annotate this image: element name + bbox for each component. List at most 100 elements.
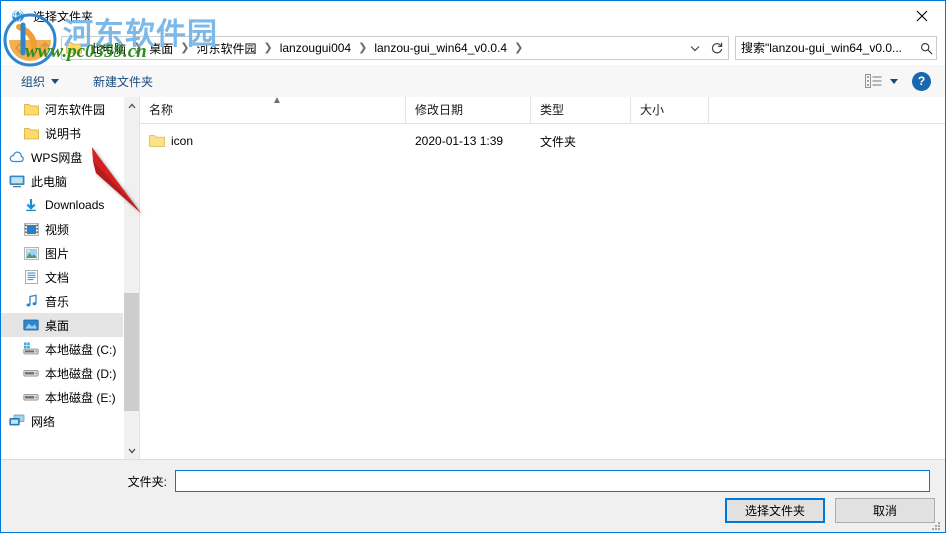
navigation-sidebar[interactable]: 河东软件园 说明书 WPS网盘 此电脑 Downloads 视频 图片 文档 音… [1, 97, 139, 459]
close-button[interactable] [899, 1, 945, 30]
column-header-row: 名称 ▲ 修改日期 类型 大小 [140, 97, 945, 124]
video-icon [23, 221, 39, 237]
sidebar-item-hedong[interactable]: 河东软件园 [1, 97, 139, 121]
sidebar-item-label: 网络 [31, 414, 56, 429]
chevron-down-icon [890, 78, 898, 84]
cancel-button[interactable]: 取消 [835, 498, 935, 523]
sidebar-item-label: Downloads [45, 198, 105, 212]
folder-icon [149, 134, 165, 148]
help-button[interactable]: ? [912, 71, 931, 91]
select-folder-button[interactable]: 选择文件夹 [725, 498, 825, 523]
sidebar-item-drive-c[interactable]: 本地磁盘 (C:) [1, 337, 139, 361]
file-modified-cell: 2020-01-13 1:39 [415, 134, 504, 148]
toolbar: 组织 新建文件夹 ? [1, 65, 945, 98]
sidebar-item-documents[interactable]: 文档 [1, 265, 139, 289]
arrow-left-icon [14, 42, 22, 54]
sidebar-item-manual[interactable]: 说明书 [1, 121, 139, 145]
search-icon [916, 42, 936, 55]
file-type-cell: 文件夹 [540, 134, 577, 149]
help-label: ? [917, 74, 926, 88]
picture-icon [23, 245, 39, 261]
up-button[interactable] [33, 36, 57, 60]
breadcrumb-item-1[interactable]: 桌面 [143, 38, 179, 59]
organize-menu-button[interactable]: 组织 [13, 69, 67, 94]
select-folder-dialog: 选择文件夹 此电脑 ❯ 桌面 ❯ 河东软件园 ❯ lanzougui004 ❯ … [0, 0, 946, 533]
folder-name-row: 文件夹: [1, 467, 945, 495]
scroll-down-arrow-icon[interactable] [124, 442, 139, 459]
refresh-button[interactable] [705, 36, 729, 60]
resize-grip-icon[interactable] [930, 519, 942, 531]
file-list-pane[interactable]: 名称 ▲ 修改日期 类型 大小 icon 2020-01-13 1:39 文件夹 [139, 97, 945, 459]
drive-icon [23, 365, 39, 381]
scroll-up-arrow-icon[interactable] [124, 97, 139, 114]
sidebar-item-label: 河东软件园 [45, 102, 106, 117]
sidebar-item-network[interactable]: 网络 [1, 409, 139, 433]
chevron-down-icon [690, 45, 700, 51]
chevron-right-icon: ❯ [263, 41, 273, 54]
close-icon [916, 10, 928, 21]
sidebar-item-pictures[interactable]: 图片 [1, 241, 139, 265]
breadcrumb-address-bar[interactable]: 此电脑 ❯ 桌面 ❯ 河东软件园 ❯ lanzougui004 ❯ lanzou… [61, 36, 706, 60]
chevron-right-icon: ❯ [180, 41, 190, 54]
folder-icon [23, 101, 39, 117]
sidebar-item-desktop[interactable]: 桌面 [1, 313, 139, 337]
sidebar-scrollbar-thumb[interactable] [124, 293, 139, 411]
computer-icon [9, 173, 25, 189]
chevron-right-icon: ❯ [133, 41, 143, 54]
table-row[interactable]: icon 2020-01-13 1:39 文件夹 [140, 128, 945, 154]
breadcrumb-item-4[interactable]: lanzou-gui_win64_v0.0.4 [368, 39, 513, 57]
column-header-label: 类型 [540, 103, 565, 117]
sidebar-item-label: 音乐 [45, 294, 70, 309]
column-header-modified[interactable]: 修改日期 [406, 97, 531, 123]
search-box[interactable] [735, 36, 937, 60]
organize-label: 组织 [21, 74, 46, 89]
folder-name-input[interactable] [175, 470, 930, 492]
column-header-size[interactable]: 大小 [631, 97, 709, 123]
breadcrumb-item-3[interactable]: lanzougui004 [274, 39, 357, 57]
network-icon [9, 413, 25, 429]
breadcrumb-item-2[interactable]: 河东软件园 [190, 38, 262, 59]
sidebar-item-music[interactable]: 音乐 [1, 289, 139, 313]
sidebar-item-drive-e[interactable]: 本地磁盘 (E:) [1, 385, 139, 409]
column-header-type[interactable]: 类型 [531, 97, 631, 123]
sidebar-item-label: 此电脑 [31, 174, 68, 189]
sidebar-item-drive-d[interactable]: 本地磁盘 (D:) [1, 361, 139, 385]
column-header-label: 大小 [640, 103, 665, 117]
dialog-body: 河东软件园 说明书 WPS网盘 此电脑 Downloads 视频 图片 文档 音… [1, 97, 945, 459]
view-options-button[interactable] [865, 74, 898, 88]
toolbar-right-group: ? [865, 71, 931, 91]
cloud-icon [9, 149, 25, 165]
window-title: 选择文件夹 [33, 9, 94, 24]
sidebar-item-label: 本地磁盘 (C:) [45, 342, 117, 357]
sidebar-scrollbar[interactable] [123, 97, 139, 459]
sidebar-item-label: 本地磁盘 (E:) [45, 390, 116, 405]
chevron-down-icon [51, 78, 60, 84]
sidebar-item-label: 桌面 [45, 318, 70, 333]
chevron-right-icon: ❯ [514, 41, 524, 54]
folder-name-label: 文件夹: [127, 474, 167, 489]
sort-ascending-icon: ▲ [272, 97, 282, 106]
folder-icon [66, 40, 82, 56]
address-bar-row: 此电脑 ❯ 桌面 ❯ 河东软件园 ❯ lanzougui004 ❯ lanzou… [1, 31, 945, 65]
search-input[interactable] [736, 40, 916, 56]
sidebar-item-wps-cloud[interactable]: WPS网盘 [1, 145, 139, 169]
music-icon [23, 293, 39, 309]
back-button[interactable] [7, 36, 31, 60]
sidebar-item-downloads[interactable]: Downloads [1, 193, 139, 217]
sidebar-item-videos[interactable]: 视频 [1, 217, 139, 241]
file-name-cell[interactable]: icon [140, 134, 406, 148]
breadcrumb-item-0[interactable]: 此电脑 [84, 38, 132, 59]
column-header-name[interactable]: 名称 ▲ [140, 97, 406, 123]
address-history-dropdown[interactable] [685, 37, 705, 59]
download-icon [23, 197, 39, 213]
folder-window-icon [11, 8, 27, 24]
title-bar: 选择文件夹 [1, 1, 945, 31]
chevron-right-icon: ❯ [358, 41, 368, 54]
sidebar-item-label: 说明书 [45, 126, 82, 141]
sidebar-item-this-pc[interactable]: 此电脑 [1, 169, 139, 193]
drive-system-icon [23, 341, 39, 357]
sidebar-item-label: WPS网盘 [31, 150, 83, 165]
new-folder-button[interactable]: 新建文件夹 [85, 69, 161, 94]
sidebar-item-label: 视频 [45, 222, 70, 237]
drive-icon [23, 389, 39, 405]
